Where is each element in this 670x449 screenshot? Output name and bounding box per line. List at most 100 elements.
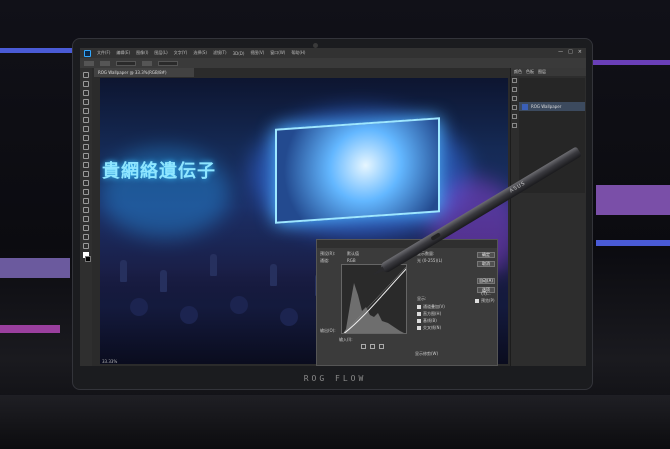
layer-row[interactable]: ROG Wallpaper xyxy=(519,102,585,111)
rog-flow-logo: ROG FLOW xyxy=(303,374,367,383)
gray-point-eyedropper-icon[interactable] xyxy=(370,344,375,349)
show-label: 显示: xyxy=(417,296,427,301)
preset-label: 预设(R): xyxy=(320,251,336,256)
histogram-check[interactable]: 直方图(H) xyxy=(417,311,441,317)
menu-3d[interactable]: 3D(D) xyxy=(233,51,245,56)
tab-layers[interactable]: 图层 xyxy=(538,69,546,75)
crowd-head xyxy=(230,296,248,314)
channel-overlay-check[interactable]: 通道叠加(V) xyxy=(417,304,445,310)
preset-value[interactable]: 默认值 xyxy=(347,251,359,257)
panel-side-icons xyxy=(512,78,518,128)
home-icon[interactable] xyxy=(84,60,94,66)
menu-view[interactable]: 视图(V) xyxy=(250,50,264,56)
properties-icon[interactable] xyxy=(512,87,517,92)
crowd-head xyxy=(130,298,148,316)
marquee-tool-icon[interactable] xyxy=(83,81,89,87)
right-panels: 颜色 色板 图层 ROG Wallpaper xyxy=(510,68,586,366)
neon-stripe xyxy=(596,240,670,246)
path-select-tool-icon[interactable] xyxy=(83,216,89,222)
raised-hand xyxy=(210,254,217,276)
show-clipping-label[interactable]: 显示修剪(W) xyxy=(415,351,438,357)
eraser-tool-icon[interactable] xyxy=(83,162,89,168)
intersection-line-check[interactable]: 交叉线(N) xyxy=(417,325,441,331)
menu-help[interactable]: 帮助(H) xyxy=(291,50,305,56)
menu-image[interactable]: 图像(I) xyxy=(136,50,148,56)
menu-edit[interactable]: 编辑(E) xyxy=(116,50,130,56)
lasso-tool-icon[interactable] xyxy=(83,90,89,96)
options-bar xyxy=(80,58,586,68)
neon-sign-text: 貴網絡遺伝子 xyxy=(102,161,216,182)
laptop-screen: 文件(F) 编辑(E) 图像(I) 图层(L) 文字(Y) 选择(S) 滤镜(T… xyxy=(80,48,586,366)
paths-icon[interactable] xyxy=(512,123,517,128)
crowd-head xyxy=(180,306,198,324)
tab-swatches[interactable]: 色板 xyxy=(526,69,534,75)
input-label: 输入(I): xyxy=(339,337,353,342)
menu-bar: 文件(F) 编辑(E) 图像(I) 图层(L) 文字(Y) 选择(S) 滤镜(T… xyxy=(80,48,586,58)
channel-label: 通道: xyxy=(320,258,330,263)
tool-preset-icon[interactable] xyxy=(100,60,110,66)
raised-hand xyxy=(160,270,167,292)
brush-tool-icon[interactable] xyxy=(83,135,89,141)
background-color-swatch[interactable] xyxy=(85,256,91,262)
options-toggle[interactable] xyxy=(142,60,152,66)
tools-panel xyxy=(80,68,92,366)
preview-check[interactable]: 预览(P) xyxy=(475,298,495,304)
channel-select[interactable]: RGB xyxy=(347,258,356,263)
menu-layer[interactable]: 图层(L) xyxy=(154,50,167,56)
dodge-tool-icon[interactable] xyxy=(83,189,89,195)
crowd-head xyxy=(280,308,298,326)
layer-thumbnail xyxy=(522,103,528,110)
ok-button[interactable]: 确定 xyxy=(477,252,495,258)
minimize-icon[interactable]: — xyxy=(558,49,563,55)
neon-stripe xyxy=(0,325,60,333)
menu-window[interactable]: 窗口(W) xyxy=(270,50,285,56)
eyedropper-tool-icon[interactable] xyxy=(83,117,89,123)
healing-brush-tool-icon[interactable] xyxy=(83,126,89,132)
cancel-button[interactable]: 取消 xyxy=(477,261,495,267)
layer-name: ROG Wallpaper xyxy=(531,104,562,109)
window-controls: — □ × xyxy=(558,49,582,55)
hand-tool-icon[interactable] xyxy=(83,234,89,240)
options-field[interactable] xyxy=(158,60,178,66)
black-point-eyedropper-icon[interactable] xyxy=(361,344,366,349)
floor-reflection xyxy=(0,395,670,449)
baseline-check[interactable]: 基线(B) xyxy=(417,318,437,324)
menu-file[interactable]: 文件(F) xyxy=(97,50,110,56)
auto-button[interactable]: 自动(A) xyxy=(477,278,495,284)
document-tab[interactable]: ROG Wallpaper @ 33.3%(RGB/8#) xyxy=(94,68,194,77)
menu-type[interactable]: 文字(Y) xyxy=(174,50,188,56)
pen-tool-icon[interactable] xyxy=(83,198,89,204)
history-brush-tool-icon[interactable] xyxy=(83,153,89,159)
gradient-tool-icon[interactable] xyxy=(83,171,89,177)
curves-histogram xyxy=(343,266,406,333)
light-option[interactable]: 光 (0-255)(L) xyxy=(417,258,442,264)
close-icon[interactable]: × xyxy=(578,49,582,55)
neon-stripe xyxy=(596,185,670,215)
layers-icon[interactable] xyxy=(512,105,517,110)
menu-filter[interactable]: 滤镜(T) xyxy=(213,50,227,56)
quick-select-tool-icon[interactable] xyxy=(83,99,89,105)
type-tool-icon[interactable] xyxy=(83,207,89,213)
options-field[interactable] xyxy=(116,60,136,66)
shape-tool-icon[interactable] xyxy=(83,225,89,231)
stylus-side-button xyxy=(430,232,442,241)
raised-hand xyxy=(120,260,127,282)
curves-eyedroppers xyxy=(361,344,384,349)
output-label: 输出(O): xyxy=(320,328,336,333)
move-tool-icon[interactable] xyxy=(83,72,89,78)
clone-stamp-tool-icon[interactable] xyxy=(83,144,89,150)
history-icon[interactable] xyxy=(512,78,517,83)
maximize-icon[interactable]: □ xyxy=(568,49,573,55)
channels-icon[interactable] xyxy=(512,114,517,119)
adjustments-icon[interactable] xyxy=(512,96,517,101)
neon-stripe xyxy=(0,258,70,278)
raised-hand xyxy=(270,264,277,286)
crop-tool-icon[interactable] xyxy=(83,108,89,114)
menu-select[interactable]: 选择(S) xyxy=(193,50,207,56)
white-point-eyedropper-icon[interactable] xyxy=(379,344,384,349)
options-button[interactable]: 选项(T)... xyxy=(477,287,495,296)
panel-tabs: 颜色 色板 图层 xyxy=(511,68,586,76)
tab-color[interactable]: 颜色 xyxy=(514,69,522,75)
zoom-tool-icon[interactable] xyxy=(83,243,89,249)
blur-tool-icon[interactable] xyxy=(83,180,89,186)
